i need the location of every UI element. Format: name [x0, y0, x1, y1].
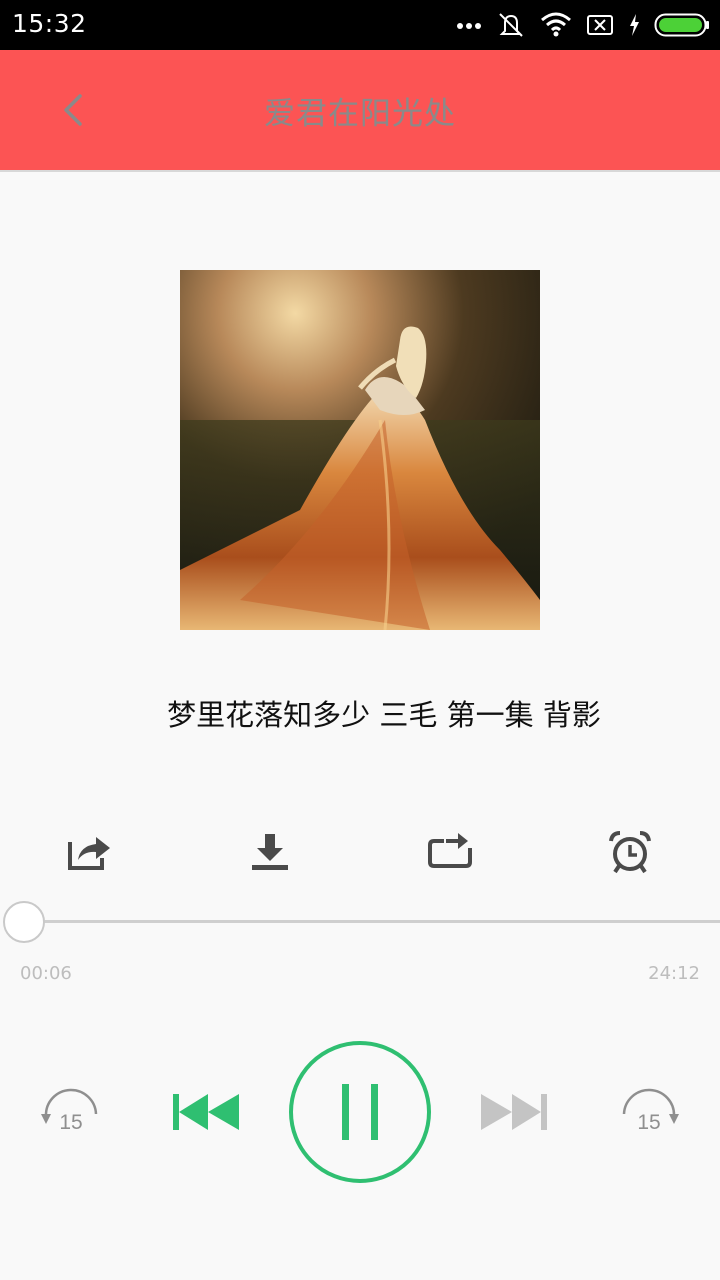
album-cover — [180, 270, 540, 630]
track-title: 梦里花落知多少 三毛 第一集 背影 — [167, 698, 601, 732]
skip-previous-icon — [173, 1094, 239, 1130]
page-title: 爱君在阳光处 — [264, 96, 456, 132]
previous-track-button[interactable] — [170, 1090, 242, 1134]
status-time: 15:32 — [12, 9, 87, 38]
no-sim-icon — [587, 15, 613, 35]
pause-icon — [289, 1041, 431, 1183]
download-button[interactable] — [246, 828, 294, 876]
progress-bar[interactable] — [20, 920, 720, 923]
download-icon — [252, 834, 288, 870]
total-time: 24:12 — [648, 963, 700, 984]
mute-icon — [499, 13, 523, 37]
share-button[interactable] — [66, 828, 114, 876]
current-time: 00:06 — [20, 963, 72, 984]
more-dots-icon — [457, 23, 481, 29]
alarm-button[interactable] — [606, 828, 654, 876]
alarm-clock-icon — [609, 831, 651, 874]
share-icon — [68, 837, 110, 870]
progress-thumb[interactable] — [3, 901, 45, 943]
rewind-seconds-label: 15 — [59, 1111, 82, 1134]
charging-icon — [630, 14, 639, 36]
repeat-icon — [428, 833, 472, 868]
wifi-icon — [541, 12, 571, 37]
pause-button[interactable] — [288, 1040, 432, 1184]
status-icons — [456, 10, 710, 40]
forward-15-button[interactable]: 15 — [614, 1086, 684, 1146]
forward-15-icon: 15 — [622, 1088, 679, 1134]
status-bar: 15:32 — [0, 0, 720, 50]
forward-seconds-label: 15 — [637, 1111, 660, 1134]
album-cover-art — [180, 270, 540, 630]
battery-icon — [654, 13, 709, 37]
skip-next-icon — [481, 1094, 547, 1130]
rewind-15-button[interactable]: 15 — [36, 1086, 106, 1146]
repeat-button[interactable] — [426, 828, 474, 876]
rewind-15-icon: 15 — [41, 1088, 98, 1134]
toolbar: 爱君在阳光处 — [0, 50, 720, 172]
next-track-button[interactable] — [478, 1090, 550, 1134]
